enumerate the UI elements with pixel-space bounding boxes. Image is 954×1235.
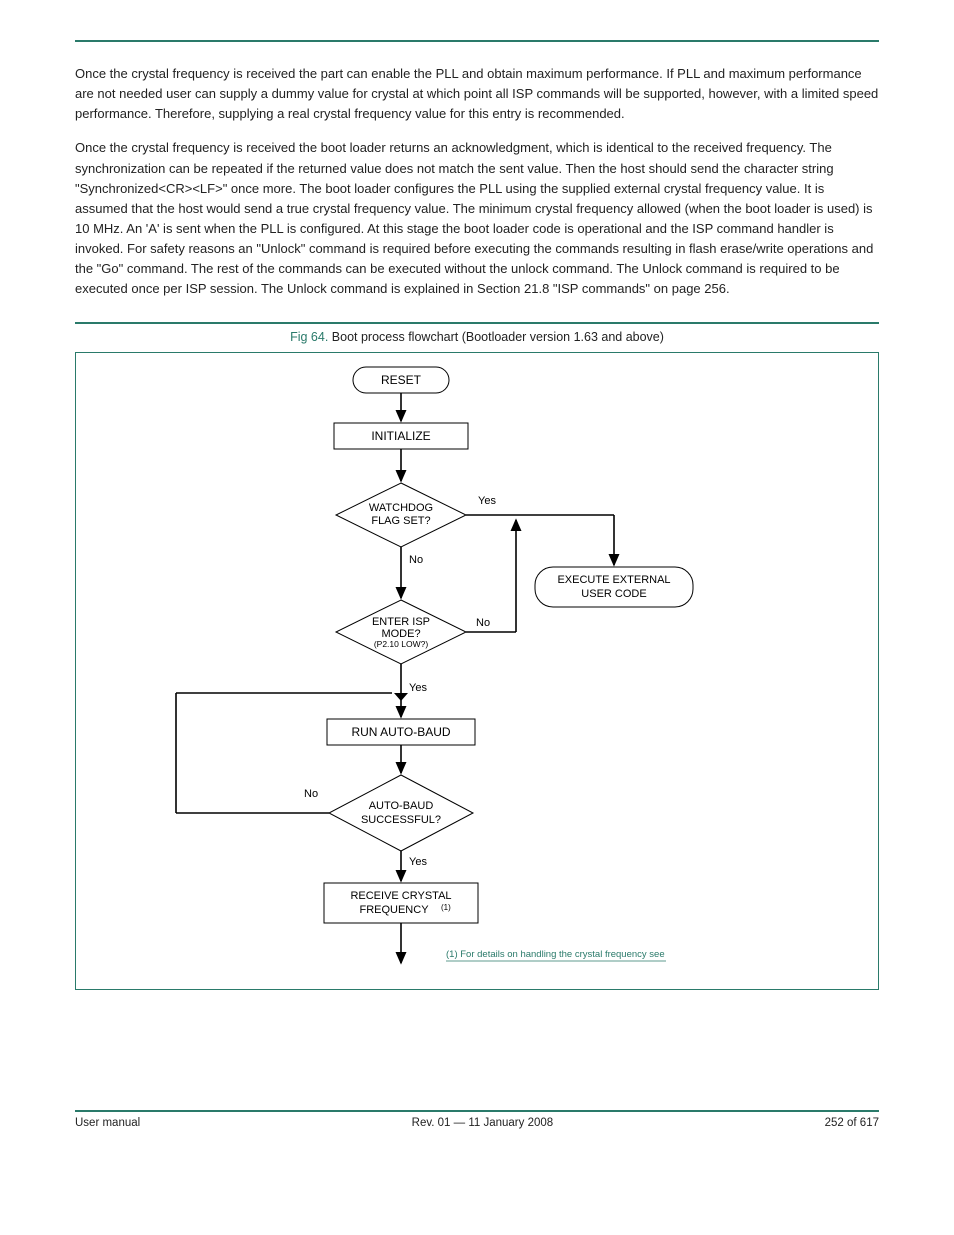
init-text: INITIALIZE	[371, 429, 430, 443]
watchdog-text2: FLAG SET?	[371, 515, 430, 527]
isp-no: No	[476, 617, 490, 629]
autoq-decision	[329, 775, 473, 851]
exec-text1: EXECUTE EXTERNAL	[557, 574, 670, 586]
autoq-no: No	[304, 788, 318, 800]
exec-terminator	[535, 567, 693, 607]
autoq-yes: Yes	[409, 856, 427, 868]
recv-text1: RECEIVE CRYSTAL	[350, 890, 451, 902]
isp-text1: ENTER ISP	[372, 616, 430, 628]
paragraph-1: Once the crystal frequency is received t…	[75, 64, 879, 124]
reset-text: RESET	[381, 373, 422, 387]
figure-number: Fig 64.	[290, 330, 328, 344]
flowchart-container: RESET INITIALIZE WATCHDOG FLAG SET? Yes …	[75, 352, 879, 990]
footer-right: 252 of 617	[825, 1117, 879, 1129]
footnote-text: (1) For details on handling the crystal …	[446, 949, 665, 960]
autobaud-text: RUN AUTO-BAUD	[351, 725, 450, 739]
isp-yes: Yes	[409, 682, 427, 694]
paragraph-2: Once the crystal frequency is received t…	[75, 138, 879, 299]
footer: User manual Rev. 01 — 11 January 2008 25…	[75, 1110, 879, 1129]
footer-left: User manual	[75, 1117, 140, 1129]
footer-center: Rev. 01 — 11 January 2008	[412, 1117, 554, 1129]
recv-super: (1)	[441, 903, 451, 912]
recv-process	[324, 883, 478, 923]
recv-text2: FREQUENCY	[359, 904, 429, 916]
autoq-text1: AUTO-BAUD	[369, 800, 434, 812]
watchdog-text1: WATCHDOG	[369, 502, 433, 514]
figure-caption-text: Boot process flowchart (Bootloader versi…	[332, 330, 664, 344]
header-rule	[75, 40, 879, 42]
wd-no: No	[409, 554, 423, 566]
wd-yes: Yes	[478, 495, 496, 507]
figure-rule-top	[75, 322, 879, 324]
isp-text3: (P2.10 LOW?)	[374, 639, 428, 649]
exec-text2: USER CODE	[581, 588, 646, 600]
figure-caption: Fig 64. Boot process flowchart (Bootload…	[75, 330, 879, 344]
flowchart-svg: RESET INITIALIZE WATCHDOG FLAG SET? Yes …	[76, 353, 876, 989]
autoq-text2: SUCCESSFUL?	[361, 814, 441, 826]
loop-arrowhead	[394, 693, 408, 701]
